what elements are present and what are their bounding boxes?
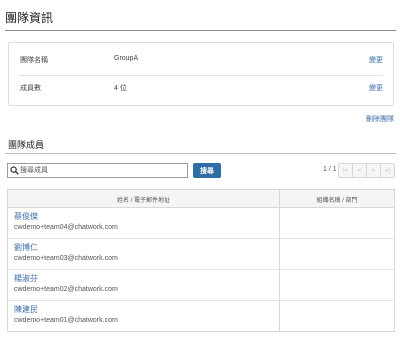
member-name-link[interactable]: 蔡俊傑 — [14, 211, 38, 222]
team-name-value: GroupA — [114, 55, 139, 62]
member-email: cwdemo+team01@chatwork.com — [14, 317, 118, 324]
members-divider — [5, 153, 396, 154]
table-row: 陳建民 cwdemo+team01@chatwork.com — [8, 301, 394, 332]
next-page-button[interactable]: » — [367, 164, 381, 177]
row-divider — [19, 75, 383, 76]
change-member-count-link[interactable]: 變更 — [369, 83, 383, 93]
member-count-label: 成員數 — [20, 85, 41, 92]
title-divider — [5, 30, 396, 31]
member-search-box[interactable] — [7, 163, 188, 178]
column-header-name-email: 姓名 / 電子郵件地址 — [116, 198, 170, 204]
member-name-link[interactable]: 陳建民 — [14, 304, 38, 315]
members-table: 姓名 / 電子郵件地址 組織名稱 / 部門 蔡俊傑 cwdemo+team04@… — [7, 189, 395, 332]
team-name-label: 團隊名稱 — [20, 57, 48, 64]
table-row: 楊淑芬 cwdemo+team02@chatwork.com — [8, 270, 394, 301]
page-indicator: 1 / 1 — [323, 166, 337, 173]
member-email: cwdemo+team02@chatwork.com — [14, 286, 118, 293]
member-search-input[interactable] — [20, 164, 185, 177]
first-page-button[interactable]: |« — [339, 164, 353, 177]
last-page-button[interactable]: »| — [381, 164, 394, 177]
delete-team-link[interactable]: 刪除團隊 — [366, 114, 394, 124]
member-name-link[interactable]: 劉博仁 — [14, 242, 38, 253]
page-title: 團隊資訊 — [5, 11, 54, 25]
search-icon — [10, 166, 19, 175]
prev-page-button[interactable]: « — [353, 164, 367, 177]
member-count-value: 4 位 — [114, 85, 127, 92]
member-email: cwdemo+team04@chatwork.com — [14, 224, 118, 231]
column-header-organization: 組織名稱 / 部門 — [316, 198, 358, 204]
team-info-panel: 團隊名稱 GroupA 變更 成員數 4 位 變更 — [8, 42, 394, 106]
search-button[interactable]: 搜尋 — [193, 163, 221, 178]
change-team-name-link[interactable]: 變更 — [369, 55, 383, 65]
table-row: 蔡俊傑 cwdemo+team04@chatwork.com — [8, 208, 394, 239]
column-divider — [279, 190, 280, 331]
member-email: cwdemo+team03@chatwork.com — [14, 255, 118, 262]
table-row: 劉博仁 cwdemo+team03@chatwork.com — [8, 239, 394, 270]
member-name-link[interactable]: 楊淑芬 — [14, 273, 38, 284]
table-header: 姓名 / 電子郵件地址 組織名稱 / 部門 — [8, 190, 394, 208]
members-section-title: 團隊成員 — [8, 140, 45, 150]
pagination: |« « » »| — [338, 163, 395, 178]
